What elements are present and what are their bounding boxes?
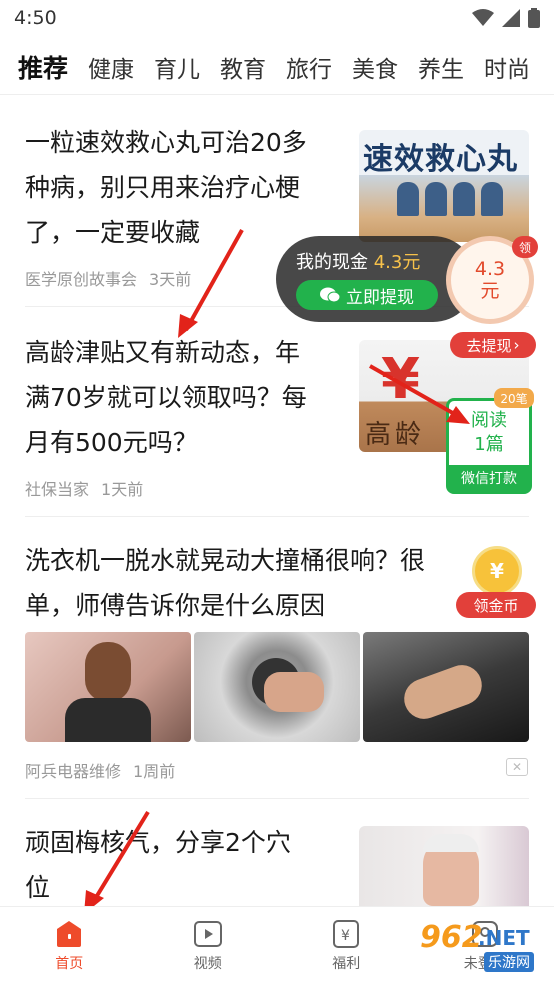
watermark-suffix: .NET xyxy=(478,926,530,950)
read-text: 阅读 1篇 xyxy=(449,409,529,457)
item-title: 一粒速效救心丸可治20多 种病，别只用来治疗心梗 了，一定要收藏 xyxy=(25,120,307,255)
video-icon xyxy=(193,920,222,947)
item-title: 顽固梅核气，分享2个穴 位 xyxy=(25,820,291,910)
nav-home[interactable]: 首页 xyxy=(0,907,139,984)
item-divider xyxy=(25,798,529,799)
feed-item[interactable]: 顽固梅核气，分享2个穴 位 xyxy=(0,820,554,906)
item-thumbnail xyxy=(359,826,529,906)
status-icons xyxy=(472,8,540,28)
withdraw-now-button[interactable]: 立即提现 xyxy=(296,280,438,310)
title-line: 单，师傅告诉你是什么原因 xyxy=(25,591,326,620)
withdraw-now-label: 立即提现 xyxy=(346,287,414,308)
tab-health[interactable]: 健康 xyxy=(88,50,134,84)
read-count-badge: 20笔 xyxy=(494,388,534,408)
thumbnail-caption: 速效救心丸 xyxy=(363,142,518,177)
tab-fashion[interactable]: 时尚 xyxy=(484,50,530,84)
title-line: 洗衣机一脱水就晃动大撞桶很响？很 xyxy=(25,546,426,575)
go-withdraw-label: 去提现 xyxy=(466,336,512,355)
cash-amount: 4.3元 xyxy=(373,252,421,273)
tab-wellness[interactable]: 养生 xyxy=(418,50,464,84)
watermark-sub: 乐游网 xyxy=(484,952,534,972)
item-title: 洗衣机一脱水就晃动大撞桶很响？很 单，师傅告诉你是什么原因 xyxy=(25,538,425,628)
coin-label: 领金币 xyxy=(456,592,536,618)
svg-text:¥: ¥ xyxy=(381,348,420,408)
tab-parenting[interactable]: 育儿 xyxy=(154,50,200,84)
category-tabs: 推荐 健康 育儿 教育 旅行 美食 养生 时尚 xyxy=(0,42,554,92)
item-image-2 xyxy=(194,632,360,742)
gold-coin-badge[interactable]: ¥ 领金币 xyxy=(456,546,536,620)
tab-education[interactable]: 教育 xyxy=(220,50,266,84)
item-image-1 xyxy=(25,632,191,742)
thumbnail-figures xyxy=(397,182,507,216)
cash-label: 我的现金 4.3元 xyxy=(296,248,420,274)
battery-icon xyxy=(528,8,540,28)
nav-welfare-label: 福利 xyxy=(332,955,361,972)
item-meta: 医学原创故事会 3天前 xyxy=(25,266,191,290)
item-source: 医学原创故事会 xyxy=(25,270,138,289)
item-source: 阿兵电器维修 xyxy=(25,762,122,781)
circle-unit: 元 xyxy=(480,280,500,302)
item-time: 3天前 xyxy=(149,270,192,289)
wechat-icon xyxy=(320,287,340,303)
chevron-right-icon: › xyxy=(513,336,520,354)
title-line: 满70岁就可以领取吗？每 xyxy=(25,383,307,412)
nav-welfare[interactable]: ¥ 福利 xyxy=(277,907,416,984)
cash-label-text: 我的现金 xyxy=(296,252,368,273)
nav-video-label: 视频 xyxy=(193,955,222,972)
tab-travel[interactable]: 旅行 xyxy=(286,50,332,84)
title-line: 了，一定要收藏 xyxy=(25,218,201,247)
item-meta: 阿兵电器维修 1周前 xyxy=(25,758,175,782)
dismiss-button[interactable]: ✕ xyxy=(506,758,528,776)
watermark-brand: 962 xyxy=(420,920,483,955)
yuan-symbol-icon: ¥ xyxy=(381,348,420,408)
home-icon xyxy=(57,920,82,947)
read-reward-card[interactable]: 阅读 1篇 微信打款 xyxy=(446,398,532,494)
item-thumbnail: 速效救心丸 xyxy=(359,130,529,242)
title-line: 一粒速效救心丸可治20多 xyxy=(25,128,307,157)
thumbnail-caption: 高龄 xyxy=(365,420,426,450)
item-meta: 社保当家 1天前 xyxy=(25,476,143,500)
read-footer: 微信打款 xyxy=(449,465,529,491)
title-line: 种病，别只用来治疗心梗 xyxy=(25,173,301,202)
circle-amount: 4.3 xyxy=(474,258,506,280)
claim-badge[interactable]: 领 xyxy=(512,236,538,258)
title-line: 位 xyxy=(25,873,51,902)
nav-home-label: 首页 xyxy=(55,955,84,972)
title-line: 月有500元吗？ xyxy=(25,428,198,457)
item-time: 1天前 xyxy=(101,480,144,499)
item-source: 社保当家 xyxy=(25,480,90,499)
signal-icon xyxy=(502,9,520,27)
coin-icon: ¥ xyxy=(472,546,522,596)
svg-text:¥: ¥ xyxy=(341,928,350,944)
nav-video[interactable]: 视频 xyxy=(139,907,278,984)
status-time: 4:50 xyxy=(14,7,57,29)
title-line: 顽固梅核气，分享2个穴 xyxy=(25,828,291,857)
item-title: 高龄津贴又有新动态，年 满70岁就可以领取吗？每 月有500元吗？ xyxy=(25,330,307,465)
item-time: 1周前 xyxy=(133,762,176,781)
tabs-divider xyxy=(0,94,554,95)
read-line1: 阅读 xyxy=(471,410,507,431)
item-divider xyxy=(25,516,529,517)
status-bar: 4:50 xyxy=(0,0,554,38)
yuan-icon: ¥ xyxy=(333,919,360,948)
read-line2: 1篇 xyxy=(474,434,504,455)
tab-recommend[interactable]: 推荐 xyxy=(18,49,68,85)
title-line: 高龄津贴又有新动态，年 xyxy=(25,338,301,367)
wifi-icon xyxy=(472,9,494,26)
item-image-3 xyxy=(363,632,529,742)
go-withdraw-badge[interactable]: 去提现 › xyxy=(450,332,536,358)
site-watermark: 962 .NET 乐游网 xyxy=(414,920,554,976)
tab-food[interactable]: 美食 xyxy=(352,50,398,84)
